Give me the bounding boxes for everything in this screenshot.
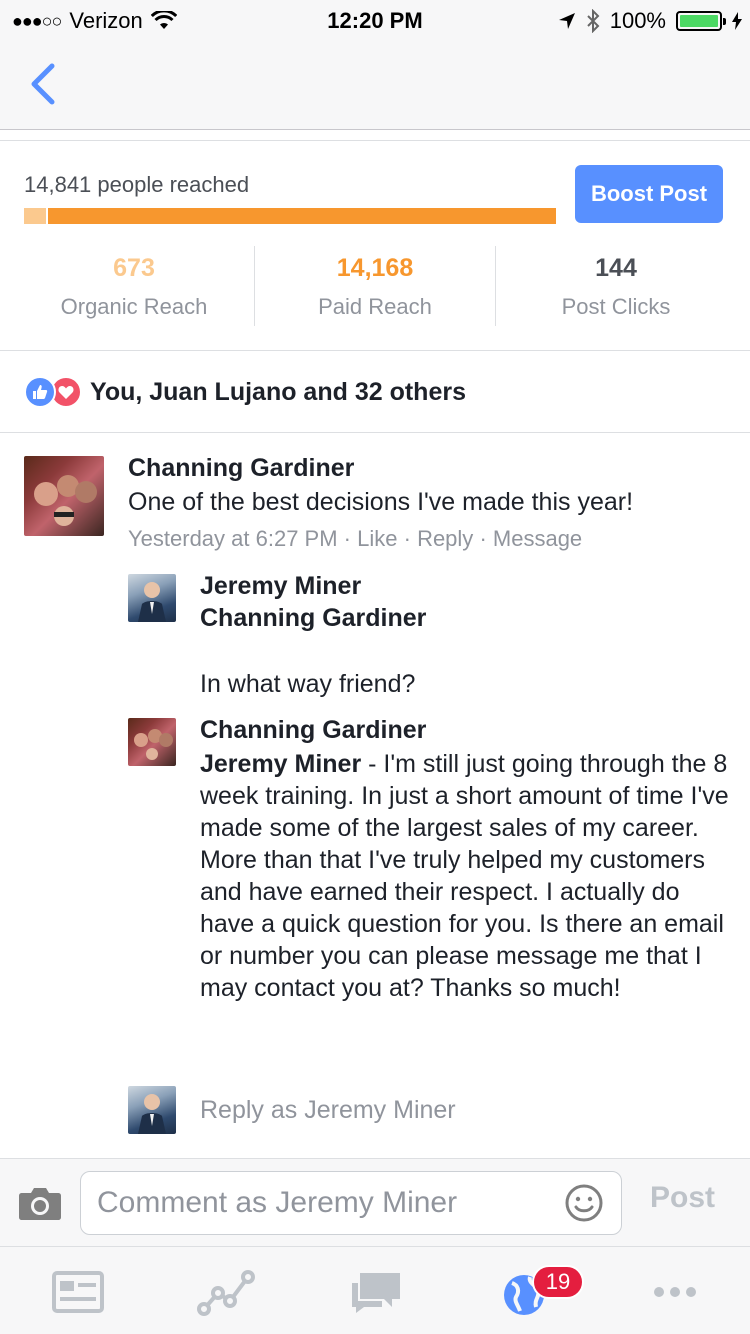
divider <box>0 432 750 433</box>
reach-bar <box>24 208 556 224</box>
boost-post-button[interactable]: Boost Post <box>575 165 723 223</box>
like-link[interactable]: Like <box>357 526 397 551</box>
charging-bolt-icon <box>732 12 742 30</box>
stat-label: Organic Reach <box>60 294 208 319</box>
post-button[interactable]: Post <box>650 1181 715 1215</box>
tab-bar: 19 <box>0 1246 750 1334</box>
battery-percent: 100% <box>609 8 666 33</box>
notifications-badge: 19 <box>532 1265 584 1299</box>
stat-value: 144 <box>595 254 637 282</box>
emoji-icon[interactable] <box>564 1183 604 1223</box>
top-bar: ●●●○○ Verizon 12:20 PM 100% <box>0 0 750 130</box>
battery-icon <box>676 11 726 31</box>
insights-graph-icon[interactable] <box>196 1267 256 1317</box>
message-link[interactable]: Message <box>493 526 582 551</box>
comment-author[interactable]: Channing Gardiner <box>128 454 354 483</box>
reach-stats: 673 Organic Reach 14,168 Paid Reach 144 … <box>14 246 736 326</box>
meta-dot: · <box>343 526 358 551</box>
comment-composer: Post <box>0 1158 750 1246</box>
reply-author[interactable]: Channing Gardiner <box>200 716 426 745</box>
status-bar: ●●●○○ Verizon 12:20 PM 100% <box>0 0 750 40</box>
avatar[interactable] <box>128 718 176 766</box>
meta-dot: · <box>403 526 418 551</box>
stat-organic-reach: 673 Organic Reach <box>14 246 255 326</box>
people-reached-label: 14,841 people reached <box>24 172 250 197</box>
stat-post-clicks[interactable]: 144 Post Clicks <box>496 246 736 326</box>
avatar <box>128 1086 176 1134</box>
camera-icon[interactable] <box>18 1183 62 1223</box>
comment-meta: Yesterday at 6:27 PM · Like · Reply · Me… <box>128 526 582 552</box>
stat-value: 14,168 <box>336 254 414 282</box>
stat-value: 673 <box>113 254 155 282</box>
more-icon[interactable] <box>645 1267 705 1317</box>
reply-text: In what way friend? <box>200 670 416 698</box>
status-right: 100% <box>558 8 742 34</box>
meta-dot: · <box>479 526 493 551</box>
comment-time: Yesterday at 6:27 PM <box>128 526 338 551</box>
reply-as-field[interactable]: Reply as Jeremy Miner <box>200 1096 456 1125</box>
location-arrow-icon <box>558 13 575 29</box>
comment-text: One of the best decisions I've made this… <box>128 488 634 516</box>
comment-input[interactable] <box>80 1171 622 1235</box>
divider <box>0 140 750 141</box>
reply-body: Jeremy Miner - I'm still just going thro… <box>200 748 730 1004</box>
bluetooth-icon <box>587 9 600 33</box>
stat-paid-reach: 14,168 Paid Reach <box>255 246 496 326</box>
reply-author[interactable]: Jeremy Miner <box>200 572 361 601</box>
reply-link[interactable]: Reply <box>417 526 473 551</box>
avatar[interactable] <box>128 574 176 622</box>
messages-icon[interactable] <box>346 1267 406 1317</box>
reply-mention[interactable]: Jeremy Miner <box>200 750 361 778</box>
news-feed-icon[interactable] <box>48 1267 108 1317</box>
back-chevron-icon[interactable] <box>28 62 60 106</box>
reactions-summary[interactable]: You, Juan Lujano and 32 others <box>24 372 466 412</box>
avatar[interactable] <box>24 456 104 536</box>
divider <box>0 350 750 351</box>
reply-text: - I'm still just going through the 8 wee… <box>200 750 729 1002</box>
reply-mention[interactable]: Channing Gardiner <box>200 604 426 633</box>
like-reaction-icon <box>24 376 56 408</box>
stat-label: Post Clicks <box>561 294 671 319</box>
reactions-text: You, Juan Lujano and 32 others <box>90 377 466 406</box>
organic-reach-fill <box>24 208 48 224</box>
stat-label: Paid Reach <box>318 294 432 319</box>
